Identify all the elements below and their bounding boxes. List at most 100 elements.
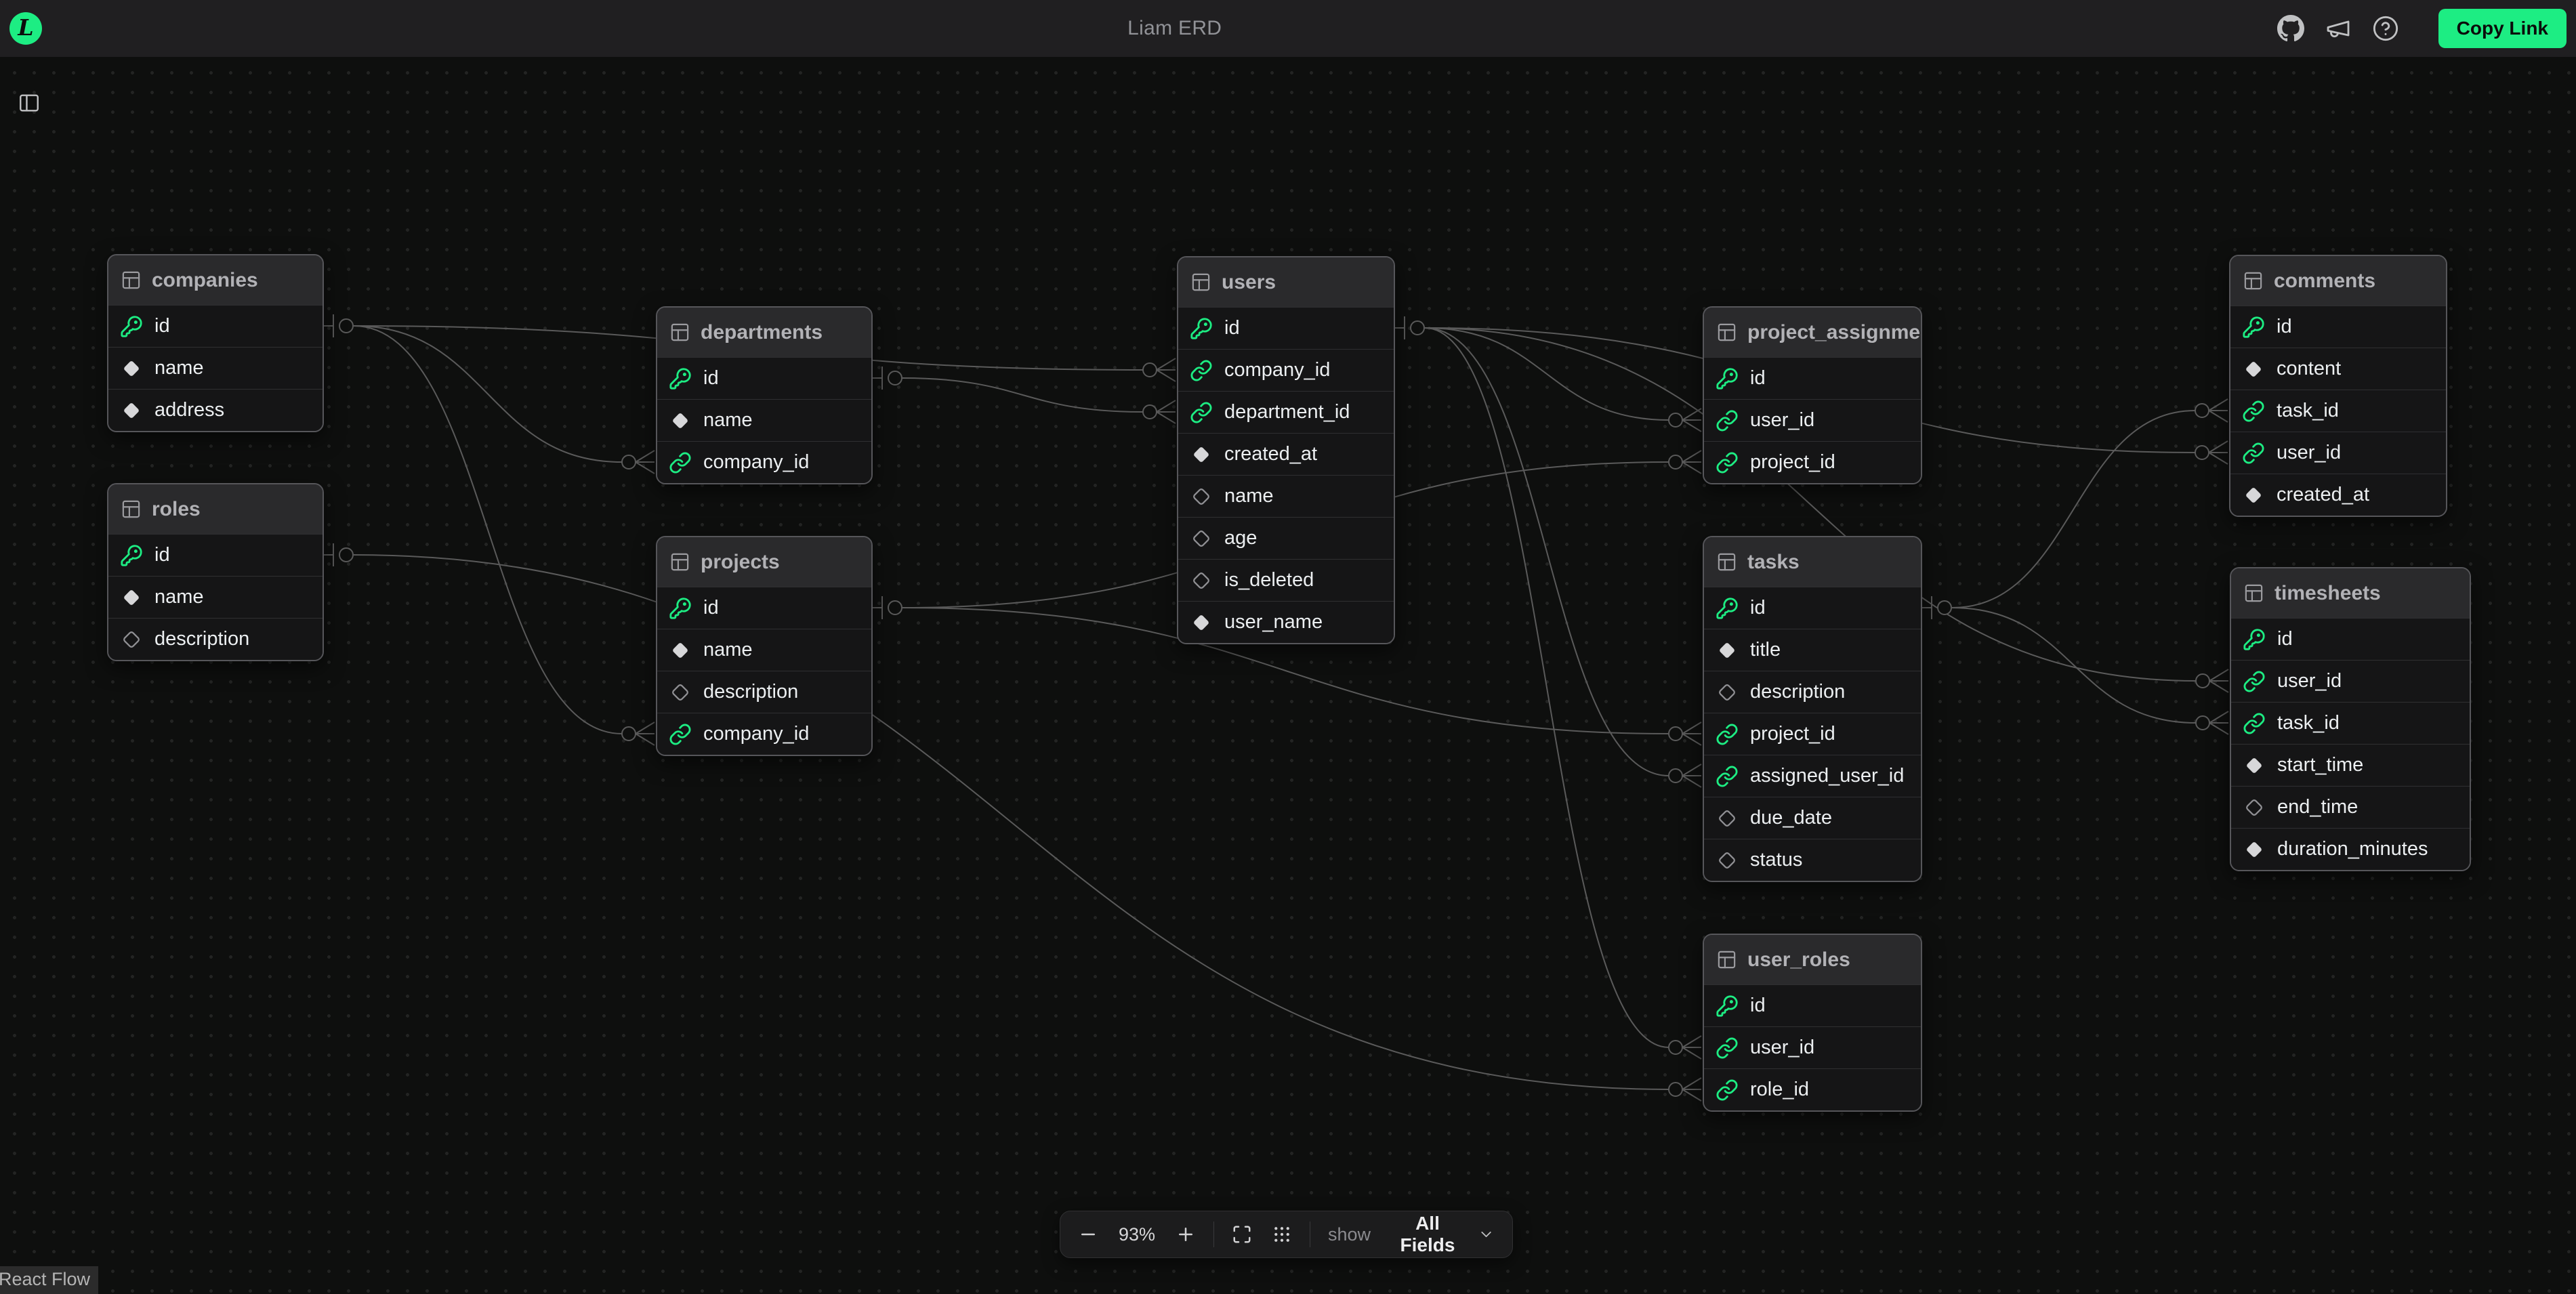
announcements-button[interactable] [2325,15,2352,42]
column-companies-address[interactable]: address [108,389,323,431]
table-users[interactable]: users id company_id department_id create… [1177,256,1395,644]
column-tasks-project_id[interactable]: project_id [1704,713,1921,755]
plus-icon [1176,1224,1196,1245]
liam-logo-icon[interactable]: L [9,12,42,45]
table-projects[interactable]: projects id name description company_id [656,536,873,756]
column-name: id [2277,628,2293,650]
fit-view-button[interactable] [1232,1224,1252,1245]
table-companies[interactable]: companies id name address [107,254,324,432]
column-user_roles-id[interactable]: id [1704,984,1921,1026]
column-user_roles-role_id[interactable]: role_id [1704,1068,1921,1110]
column-roles-id[interactable]: id [108,534,323,576]
cardinality-many-marker [622,722,655,745]
table-roles[interactable]: roles id name description [107,483,324,661]
column-projects-company_id[interactable]: company_id [657,713,871,755]
table-header[interactable]: roles [108,484,323,534]
column-name: id [1750,995,1766,1017]
column-tasks-id[interactable]: id [1704,587,1921,629]
table-timesheets[interactable]: timesheets id user_id task_id start_time… [2230,567,2471,871]
cardinality-one-marker [324,314,353,337]
column-comments-user_id[interactable]: user_id [2230,432,2446,474]
diamond-icon [120,357,143,380]
column-tasks-assigned_user_id[interactable]: assigned_user_id [1704,755,1921,797]
table-tasks[interactable]: tasks id title description project_id as… [1703,536,1922,882]
table-user_roles[interactable]: user_roles id user_id role_id [1703,934,1922,1112]
copy-link-button[interactable]: Copy Link [2438,9,2567,48]
table-departments[interactable]: departments id name company_id [656,306,873,484]
column-name: name [1224,485,1274,507]
column-comments-id[interactable]: id [2230,306,2446,348]
column-comments-task_id[interactable]: task_id [2230,390,2446,432]
relationship-edge [1952,411,2195,608]
column-tasks-description[interactable]: description [1704,671,1921,713]
table-icon [121,270,142,291]
tidy-up-button[interactable] [1272,1224,1292,1245]
column-timesheets-end_time[interactable]: end_time [2231,786,2470,828]
column-timesheets-user_id[interactable]: user_id [2231,660,2470,702]
key-icon [2242,316,2265,339]
column-comments-created_at[interactable]: created_at [2230,474,2446,516]
zoom-in-button[interactable] [1176,1224,1196,1245]
column-projects-description[interactable]: description [657,671,871,713]
table-header[interactable]: departments [657,308,871,357]
column-users-company_id[interactable]: company_id [1178,349,1394,391]
column-project_assignments-id[interactable]: id [1704,357,1921,399]
canvas-toolbar: 93% [1060,1211,1513,1258]
table-header[interactable]: timesheets [2231,568,2470,618]
column-timesheets-task_id[interactable]: task_id [2231,702,2470,744]
column-users-department_id[interactable]: department_id [1178,391,1394,433]
reactflow-attribution[interactable]: React Flow [0,1266,98,1294]
show-mode-select[interactable]: All Fields [1387,1213,1495,1256]
column-name: company_id [1224,359,1330,381]
column-roles-description[interactable]: description [108,618,323,660]
column-departments-name[interactable]: name [657,399,871,441]
cardinality-many-marker [1143,400,1176,423]
column-departments-id[interactable]: id [657,357,871,399]
zoom-out-button[interactable] [1078,1224,1098,1245]
column-companies-id[interactable]: id [108,305,323,347]
column-comments-content[interactable]: content [2230,348,2446,390]
column-departments-company_id[interactable]: company_id [657,441,871,483]
help-button[interactable] [2372,15,2399,42]
erd-canvas[interactable]: companies id name address roles id [0,57,2576,1294]
column-user_roles-user_id[interactable]: user_id [1704,1026,1921,1068]
column-tasks-due_date[interactable]: due_date [1704,797,1921,839]
table-header[interactable]: project_assignme... [1704,308,1921,357]
column-name: due_date [1750,807,1832,829]
table-comments[interactable]: comments id content task_id user_id crea… [2229,255,2447,517]
table-title: timesheets [2274,582,2381,605]
table-project_assignments[interactable]: project_assignme... id user_id project_i… [1703,306,1922,484]
column-users-id[interactable]: id [1178,307,1394,349]
column-users-age[interactable]: age [1178,517,1394,559]
column-timesheets-start_time[interactable]: start_time [2231,744,2470,786]
column-timesheets-duration_minutes[interactable]: duration_minutes [2231,828,2470,870]
help-circle-icon [2372,15,2399,42]
table-header[interactable]: user_roles [1704,935,1921,984]
column-projects-id[interactable]: id [657,587,871,629]
link-icon [2243,712,2266,735]
column-project_assignments-user_id[interactable]: user_id [1704,399,1921,441]
column-tasks-status[interactable]: status [1704,839,1921,881]
column-users-created_at[interactable]: created_at [1178,433,1394,475]
table-header[interactable]: comments [2230,256,2446,306]
column-projects-name[interactable]: name [657,629,871,671]
github-button[interactable] [2277,15,2304,42]
sidebar-toggle-button[interactable] [11,85,47,122]
column-users-name[interactable]: name [1178,475,1394,517]
cardinality-one-marker [324,543,353,566]
column-tasks-title[interactable]: title [1704,629,1921,671]
column-users-is_deleted[interactable]: is_deleted [1178,559,1394,601]
table-header[interactable]: tasks [1704,537,1921,587]
cardinality-one-marker [873,596,902,619]
column-project_assignments-project_id[interactable]: project_id [1704,441,1921,483]
column-companies-name[interactable]: name [108,347,323,389]
table-header[interactable]: projects [657,537,871,587]
table-header[interactable]: companies [108,255,323,305]
diamond-outline-icon [1190,485,1213,508]
table-header[interactable]: users [1178,257,1394,307]
column-users-user_name[interactable]: user_name [1178,601,1394,643]
header-actions: Copy Link [2277,9,2567,48]
column-name: content [2277,358,2341,380]
column-roles-name[interactable]: name [108,576,323,618]
column-timesheets-id[interactable]: id [2231,618,2470,660]
